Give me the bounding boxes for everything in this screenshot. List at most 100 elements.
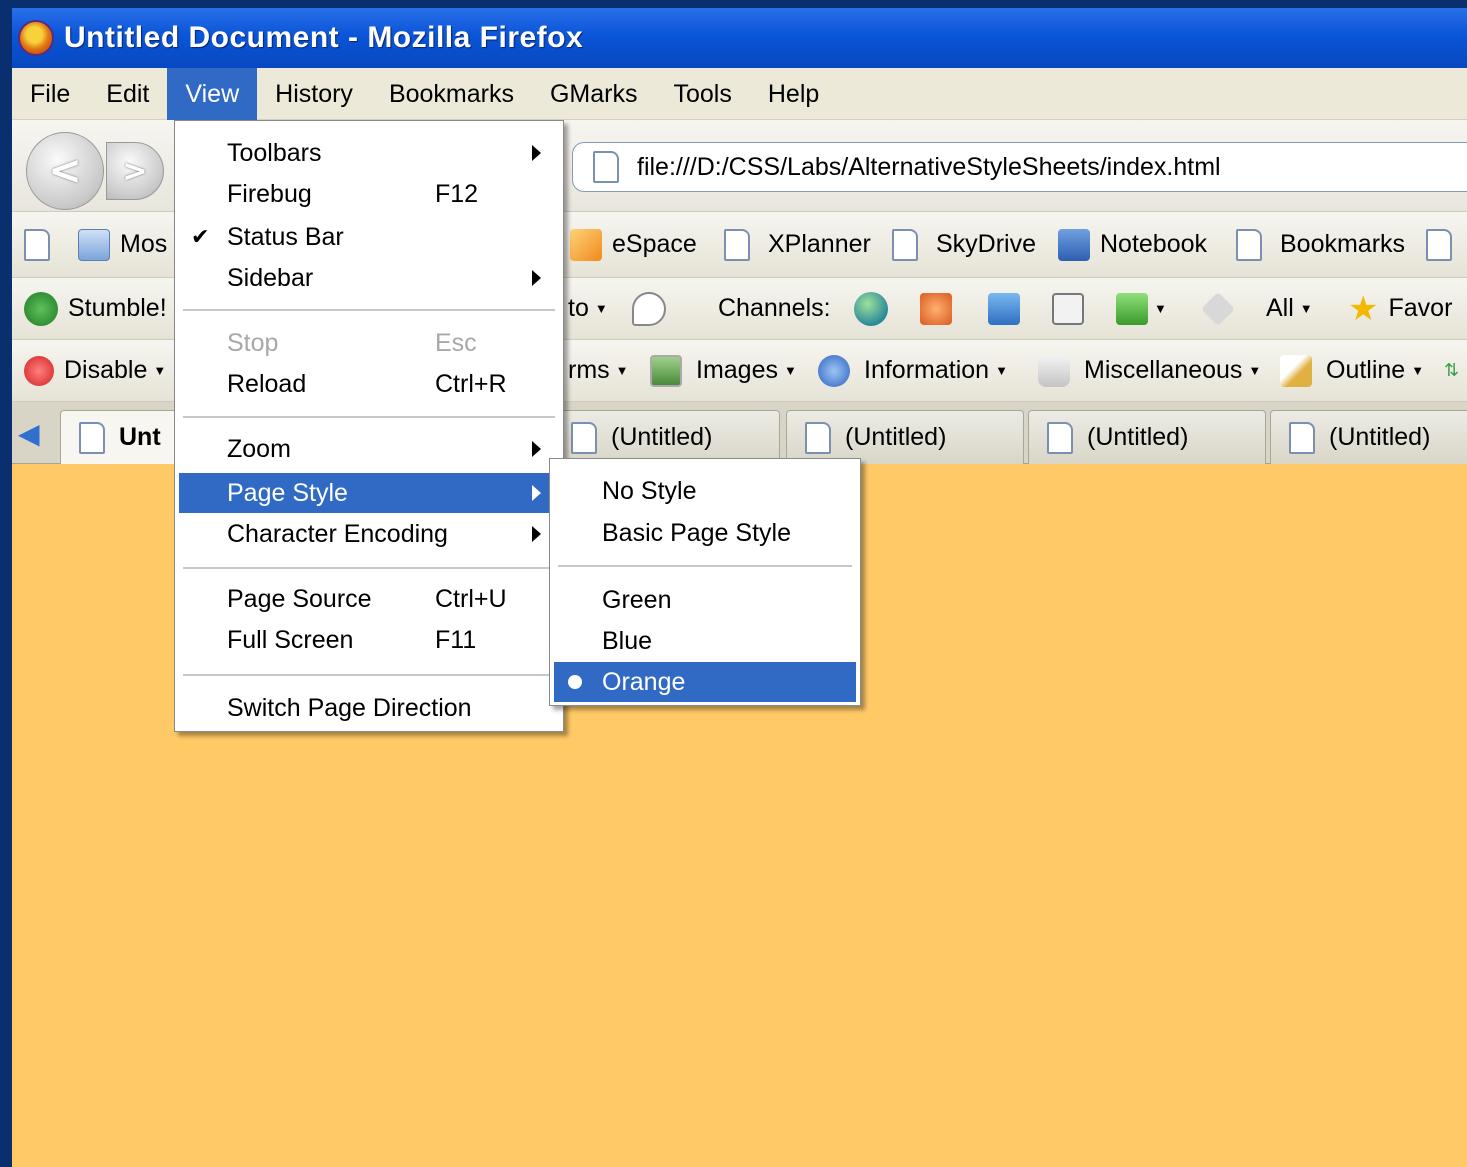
bookmark-notebook[interactable]: Notebook: [1058, 212, 1207, 277]
menuitem-green[interactable]: Green: [554, 580, 856, 620]
dropdown-arrow-icon: ▼: [1299, 301, 1313, 316]
dropdown-arrow-icon: ▼: [594, 301, 608, 316]
tab-untitled-3[interactable]: (Untitled): [786, 410, 1024, 464]
tab-untitled-5[interactable]: (Untitled): [1270, 410, 1467, 464]
menu-history[interactable]: History: [257, 68, 371, 120]
submenu-arrow-icon: [532, 145, 541, 161]
menu-bar: File Edit View History Bookmarks GMarks …: [12, 67, 1467, 120]
menuitem-stop: Stop Esc: [227, 328, 477, 357]
page-icon: [571, 421, 597, 454]
menu-help[interactable]: Help: [750, 68, 837, 120]
outline-menu[interactable]: Outline ▼: [1280, 340, 1424, 401]
notebook-icon: [1058, 228, 1090, 261]
tag-icon: [1201, 291, 1235, 326]
menu-edit[interactable]: Edit: [88, 68, 167, 120]
menu-view[interactable]: View: [167, 67, 258, 120]
people-icon: [920, 292, 952, 325]
menuitem-reload[interactable]: Reload Ctrl+R: [179, 364, 559, 404]
bookmark-skydrive[interactable]: SkyDrive: [892, 212, 1036, 277]
all-dropdown[interactable]: All ▼: [1266, 278, 1313, 339]
tag-button[interactable]: [1201, 278, 1235, 339]
menu-separator: [183, 309, 555, 311]
disable-menu[interactable]: Disable ▼: [24, 340, 166, 401]
channel-photos[interactable]: [988, 278, 1020, 339]
misc-icon: [1038, 354, 1070, 387]
tab-untitled-4[interactable]: (Untitled): [1028, 410, 1266, 464]
channels-label: Channels:: [718, 294, 831, 322]
tab-scroll-left[interactable]: ◀: [18, 402, 40, 464]
photos-icon: [988, 292, 1020, 325]
menuitem-blue[interactable]: Blue: [554, 621, 856, 661]
forward-arrow-icon: >: [122, 153, 148, 189]
menuitem-sidebar[interactable]: Sidebar: [179, 258, 559, 298]
favorites-button[interactable]: ★ Favor: [1348, 278, 1452, 339]
tab-untitled-2[interactable]: (Untitled): [552, 410, 780, 464]
shuffle-icon: [1116, 292, 1148, 325]
view-menu: Toolbars Firebug F12 ✔ Status Bar Sideba…: [174, 120, 564, 732]
channel-people[interactable]: [920, 278, 952, 339]
back-button[interactable]: <: [26, 132, 104, 210]
page-icon: [1426, 228, 1452, 261]
menuitem-page-source[interactable]: Page Source Ctrl+U: [179, 579, 559, 619]
resize-arrows-icon: ⇅: [1444, 360, 1460, 380]
menuitem-character-encoding[interactable]: Character Encoding: [179, 514, 559, 554]
search-page-icon: [78, 228, 110, 261]
menuitem-no-style[interactable]: No Style: [554, 471, 856, 511]
menuitem-full-screen[interactable]: Full Screen F11: [179, 620, 559, 660]
bookmark-bookmarks[interactable]: Bookmarks: [1236, 212, 1405, 277]
submenu-arrow-icon: [532, 485, 541, 501]
bookmark-mos[interactable]: Mos: [78, 212, 167, 277]
checkmark-icon: ✔: [191, 224, 210, 249]
submenu-arrow-icon: [532, 441, 541, 457]
disable-icon: [24, 355, 54, 386]
menu-bookmarks[interactable]: Bookmarks: [371, 68, 532, 120]
menuitem-page-style[interactable]: Page Style: [179, 473, 559, 513]
information-menu[interactable]: Information ▼: [818, 340, 1008, 401]
url-text[interactable]: file:///D:/CSS/Labs/AlternativeStyleShee…: [637, 153, 1221, 182]
menuitem-toolbars[interactable]: Toolbars: [179, 133, 559, 173]
menuitem-orange[interactable]: Orange: [554, 662, 856, 702]
channel-video[interactable]: [1052, 278, 1084, 339]
images-menu[interactable]: Images ▼: [650, 340, 797, 401]
menuitem-zoom[interactable]: Zoom: [179, 429, 559, 469]
brush-icon: [1280, 354, 1312, 387]
forms-menu[interactable]: rms ▼: [568, 340, 629, 401]
firefox-logo-icon: [18, 20, 54, 56]
image-icon: [650, 354, 682, 387]
menuitem-basic-page-style[interactable]: Basic Page Style: [554, 513, 856, 553]
miscellaneous-menu[interactable]: Miscellaneous ▼: [1038, 340, 1261, 401]
url-bar[interactable]: file:///D:/CSS/Labs/AlternativeStyleShee…: [572, 142, 1467, 192]
arrow-left-icon: ◀: [18, 417, 40, 449]
menuitem-firebug[interactable]: Firebug F12: [179, 174, 559, 214]
bookmark-overflow[interactable]: [1426, 212, 1452, 277]
bookmark-blank[interactable]: [24, 212, 50, 277]
stumble-button[interactable]: Stumble!: [24, 278, 167, 339]
page-icon: [892, 228, 918, 261]
menu-tools[interactable]: Tools: [655, 68, 749, 120]
dropdown-arrow-icon: ▼: [1154, 301, 1167, 316]
channel-web[interactable]: [854, 278, 888, 339]
menu-separator: [183, 416, 555, 418]
dropdown-arrow-icon: ▼: [1411, 363, 1425, 378]
resize-button[interactable]: ⇅: [1444, 340, 1459, 401]
stumbleupon-icon: [24, 291, 58, 326]
submenu-arrow-icon: [532, 270, 541, 286]
bookmark-espace[interactable]: eSpace: [570, 212, 697, 277]
comment-button[interactable]: [632, 278, 666, 339]
channel-shuffle[interactable]: ▼: [1116, 278, 1167, 339]
page-icon: [24, 228, 50, 261]
send-to-button[interactable]: to ▼: [568, 278, 608, 339]
title-bar[interactable]: Untitled Document - Mozilla Firefox: [12, 8, 1467, 68]
forward-button[interactable]: >: [106, 142, 164, 200]
dropdown-arrow-icon: ▼: [783, 363, 797, 378]
firefox-window: Untitled Document - Mozilla Firefox File…: [12, 8, 1467, 1167]
dropdown-arrow-icon: ▼: [1248, 363, 1262, 378]
menuitem-status-bar[interactable]: ✔ Status Bar: [179, 217, 559, 257]
menuitem-switch-page-direction[interactable]: Switch Page Direction: [179, 688, 559, 728]
page-style-submenu: No Style Basic Page Style Green Blue Ora…: [549, 458, 861, 706]
menu-gmarks[interactable]: GMarks: [532, 68, 656, 120]
page-icon: [724, 228, 750, 261]
menu-file[interactable]: File: [12, 68, 88, 120]
star-icon: ★: [1348, 289, 1379, 328]
bookmark-xplanner[interactable]: XPlanner: [724, 212, 871, 277]
